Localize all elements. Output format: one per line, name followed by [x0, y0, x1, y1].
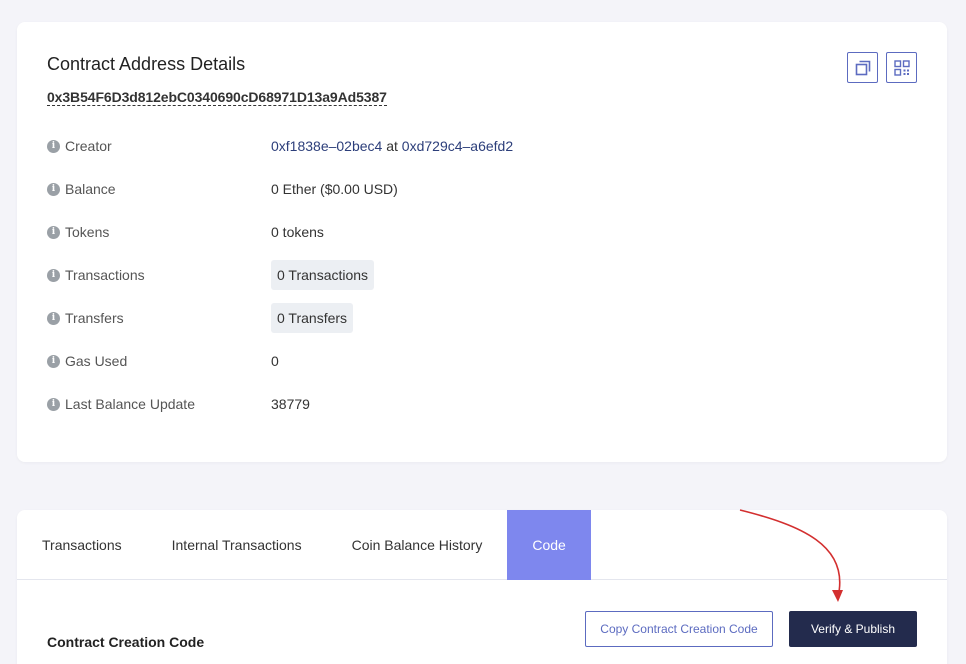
qr-code-icon [893, 59, 910, 76]
row-label: Transactions [65, 267, 145, 283]
info-icon[interactable]: i [47, 268, 60, 282]
row-label: Transfers [65, 310, 124, 326]
row-label: Tokens [65, 224, 110, 240]
creator-value: 0xf1838e–02bec4 at 0xd729c4–a6efd2 [271, 138, 513, 154]
copy-address-button[interactable] [847, 52, 878, 83]
transactions-count-badge[interactable]: 0 Transactions [271, 260, 375, 290]
detail-row-transfers: i Transfers 0 Transfers [47, 303, 907, 333]
tab-coin-balance-history[interactable]: Coin Balance History [327, 510, 508, 580]
detail-row-gas-used: i Gas Used 0 [47, 346, 907, 376]
info-icon[interactable]: i [47, 311, 60, 325]
row-label: Last Balance Update [65, 396, 195, 412]
transfers-count-badge[interactable]: 0 Transfers [271, 303, 354, 333]
contract-address[interactable]: 0x3B54F6D3d812ebC0340690cD68971D13a9Ad53… [47, 89, 387, 106]
detail-row-balance: i Balance 0 Ether ($0.00 USD) [47, 174, 907, 204]
code-tabs-card: Transactions Internal Transactions Coin … [17, 510, 947, 664]
row-label: Creator [65, 138, 112, 154]
info-icon[interactable]: i [47, 225, 60, 239]
last-balance-update-block-link[interactable]: 38779 [271, 396, 310, 412]
tab-internal-transactions[interactable]: Internal Transactions [147, 510, 327, 580]
row-label: Gas Used [65, 353, 128, 369]
detail-row-transactions: i Transactions 0 Transactions [47, 260, 907, 290]
tokens-value: 0 tokens [271, 224, 324, 240]
info-icon[interactable]: i [47, 182, 60, 196]
copy-contract-creation-code-button[interactable]: Copy Contract Creation Code [585, 611, 773, 647]
creator-address-link[interactable]: 0xf1838e–02bec4 [271, 138, 382, 154]
row-label: Balance [65, 181, 116, 197]
contract-details-card: Contract Address Details 0x3B54F6D3d812e… [17, 22, 947, 462]
detail-row-last-balance-update: i Last Balance Update 38779 [47, 389, 907, 419]
gas-used-value: 0 [271, 353, 279, 369]
detail-row-tokens: i Tokens 0 tokens [47, 217, 907, 247]
balance-value: 0 Ether ($0.00 USD) [271, 181, 398, 197]
tab-bar: Transactions Internal Transactions Coin … [17, 510, 947, 580]
card-title: Contract Address Details [47, 54, 246, 74]
verify-publish-button[interactable]: Verify & Publish [789, 611, 917, 647]
info-icon[interactable]: i [47, 397, 60, 411]
qr-code-button[interactable] [886, 52, 917, 83]
creation-tx-link[interactable]: 0xd729c4–a6efd2 [402, 138, 513, 154]
tab-transactions[interactable]: Transactions [17, 510, 147, 580]
copy-icon [855, 60, 870, 75]
detail-row-creator: i Creator 0xf1838e–02bec4 at 0xd729c4–a6… [47, 131, 907, 161]
contract-creation-code-title: Contract Creation Code [47, 634, 205, 650]
info-icon[interactable]: i [47, 139, 60, 153]
info-icon[interactable]: i [47, 354, 60, 368]
creator-at-text: at [382, 138, 402, 154]
tab-code[interactable]: Code [507, 510, 591, 580]
